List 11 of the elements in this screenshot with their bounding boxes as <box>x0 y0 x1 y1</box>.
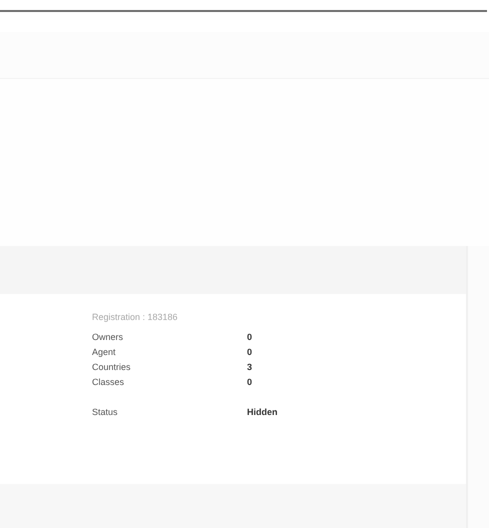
status-value: Hidden <box>247 407 278 417</box>
stat-label: Agent <box>92 347 117 357</box>
stat-label: Classes <box>92 377 126 387</box>
stat-value: 0 <box>247 332 254 342</box>
stat-value: 3 <box>247 362 254 372</box>
stat-value: 0 <box>247 377 254 387</box>
stat-value: 0 <box>247 347 254 357</box>
status-label: Status <box>92 407 119 417</box>
stat-label: Countries <box>92 362 132 372</box>
stat-label: Owners <box>92 332 124 342</box>
registration-number: Registration : 183186 <box>92 312 179 322</box>
